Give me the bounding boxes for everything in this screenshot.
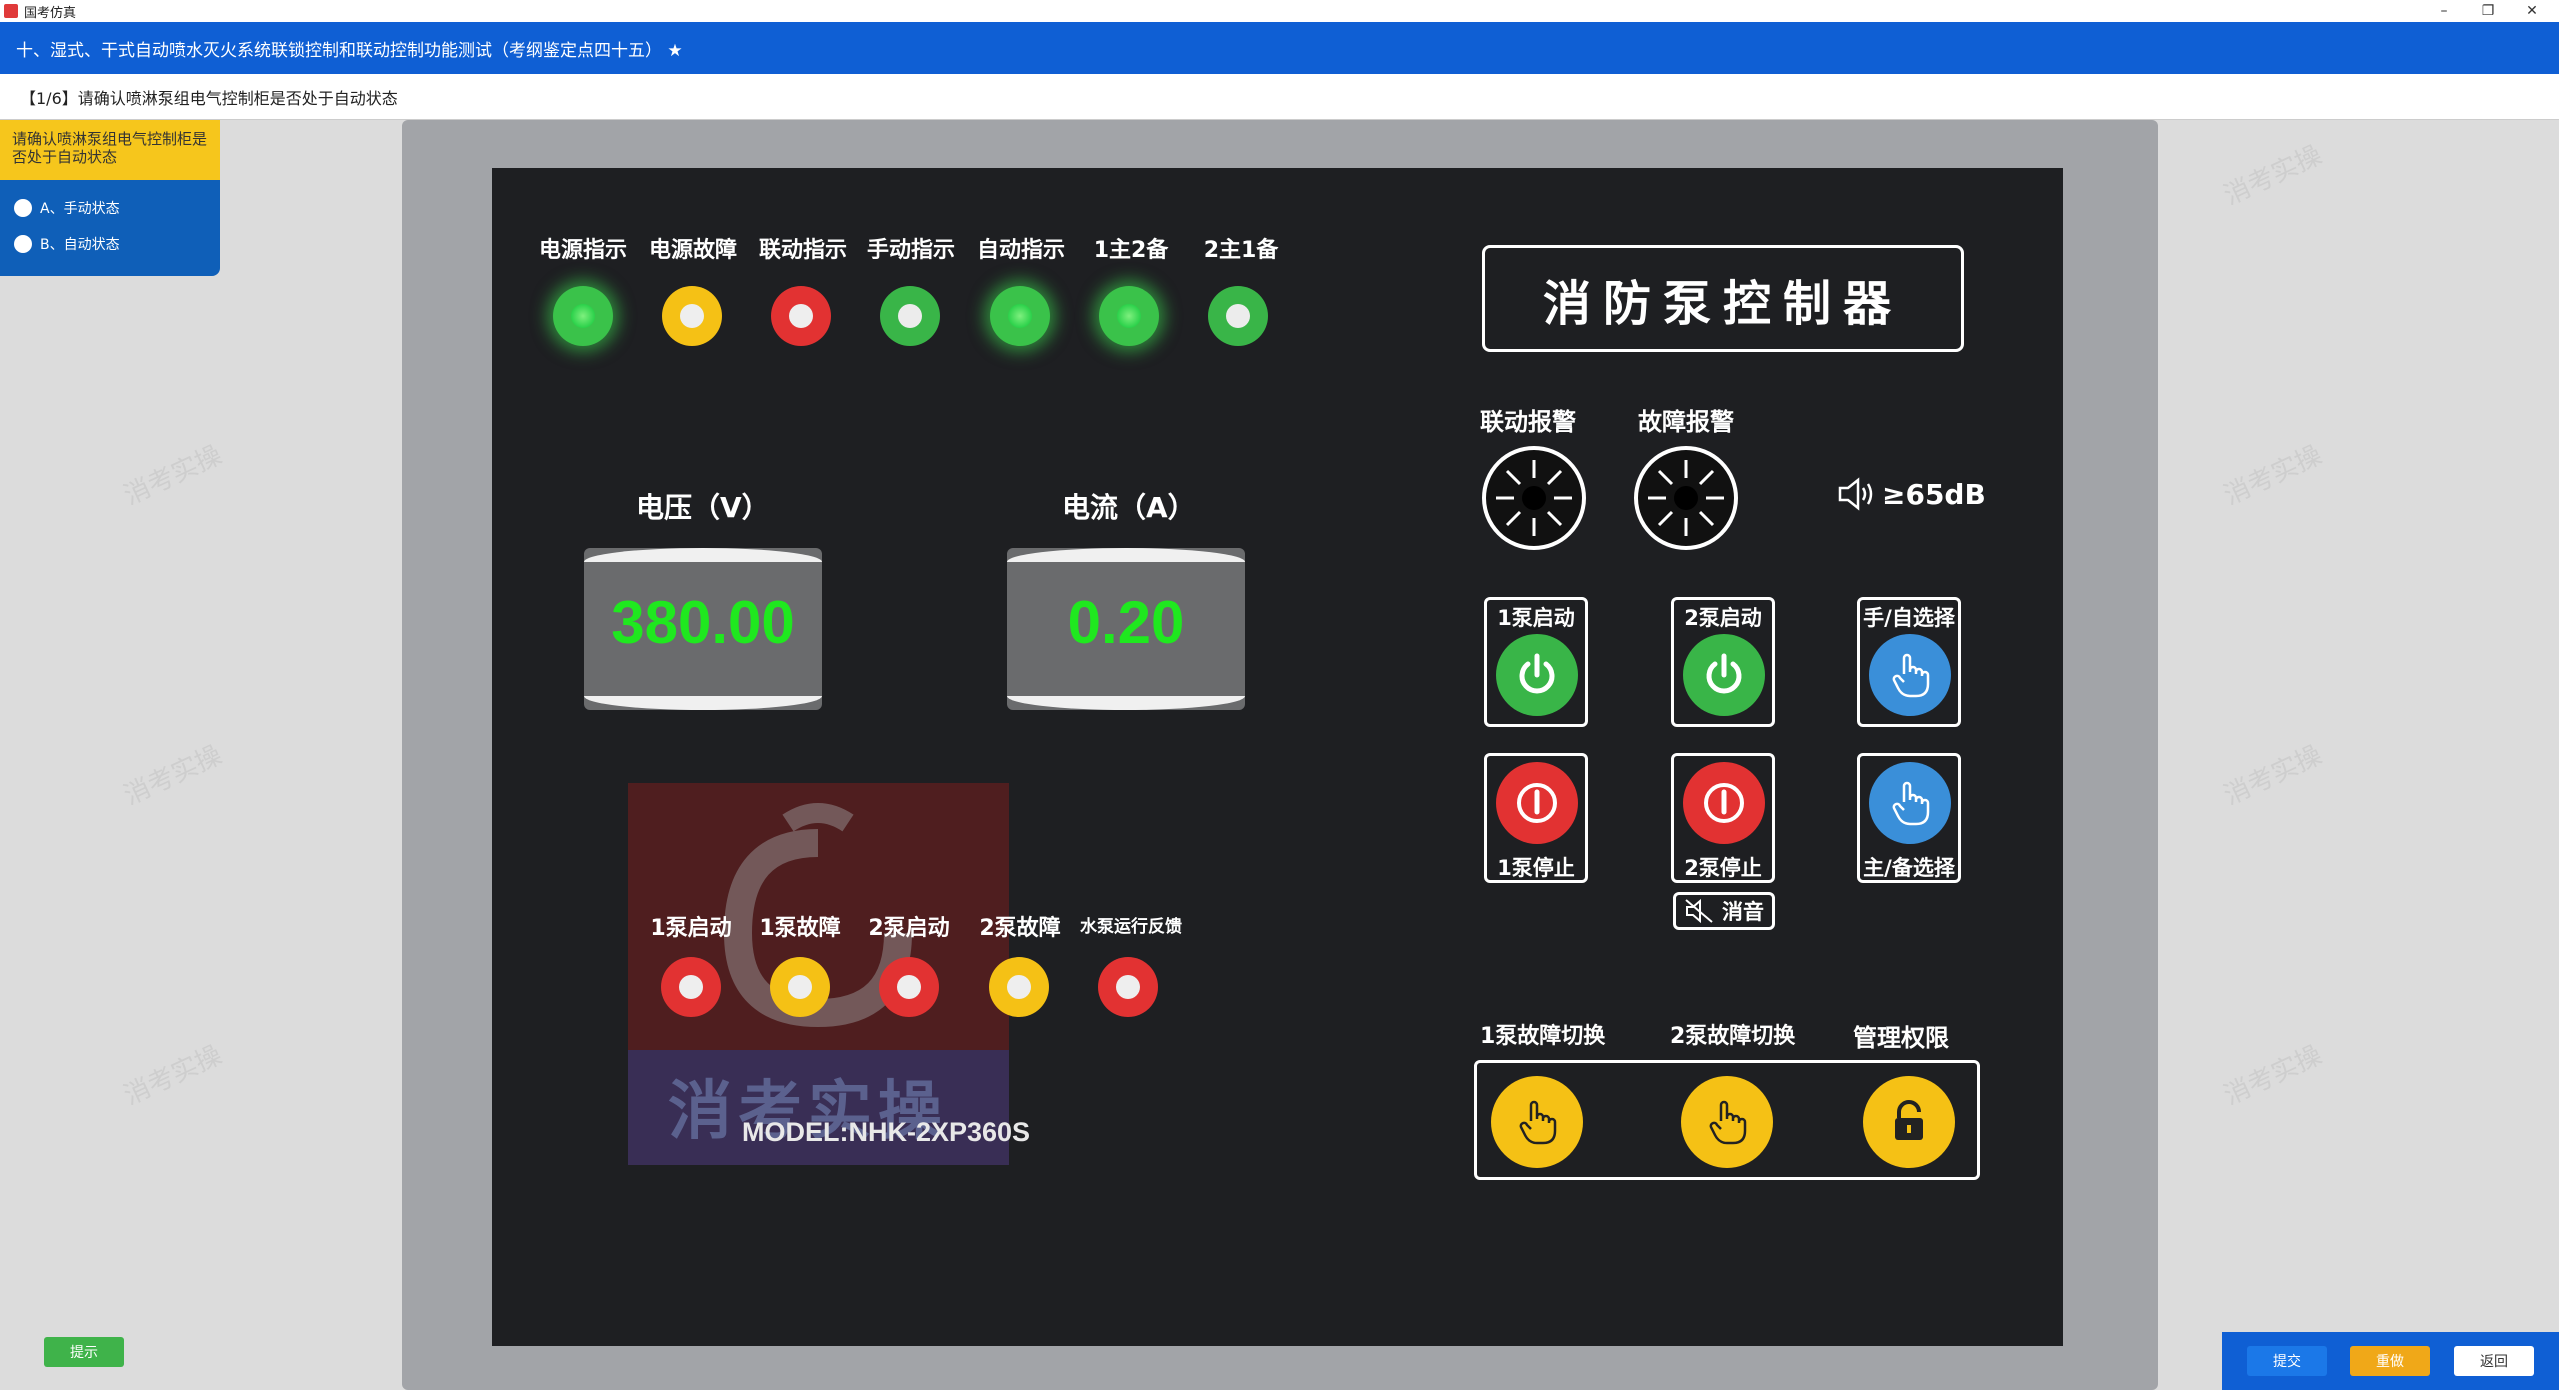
mute-icon [1685, 898, 1713, 924]
pump1-fault-switch-button[interactable] [1491, 1076, 1583, 1168]
hand-pointer-icon [1709, 1100, 1747, 1145]
window-titlebar: 国考仿真 – ❐ ✕ [0, 0, 2559, 22]
option-a-label: A、手动状态 [40, 201, 120, 217]
linkage-alarm-speaker-icon [1482, 446, 1586, 550]
radio-icon[interactable] [14, 199, 32, 217]
power-icon[interactable] [1683, 634, 1765, 716]
minimize-button[interactable]: – [2422, 0, 2466, 22]
option-a[interactable]: A、手动状态 [0, 190, 220, 226]
indicator-label: 2泵启动 [868, 916, 950, 941]
question-text: 【1/6】请确认喷淋泵组电气控制柜是否处于自动状态 [20, 88, 398, 108]
option-b-label: B、自动状态 [40, 237, 120, 253]
pump1-start-button[interactable]: 1泵启动 [1484, 597, 1588, 727]
main1-backup2-led [1099, 286, 1159, 346]
power-indicator-led [553, 286, 613, 346]
indicator-label: 手动指示 [866, 238, 955, 263]
fault-alarm-label: 故障报警 [1638, 408, 1734, 436]
voltage-display: 380.00 [584, 548, 822, 710]
indicator-label: 1泵故障 [759, 916, 841, 941]
pump1-stop-label: 1泵停止 [1497, 856, 1575, 880]
pump2-fault-switch-button[interactable] [1681, 1076, 1773, 1168]
admin-label: 管理权限 [1853, 1024, 1949, 1052]
voltage-value: 380.00 [611, 589, 795, 656]
lock-icon [1895, 1100, 1923, 1140]
admin-lock-button[interactable] [1863, 1076, 1955, 1168]
stop-icon[interactable] [1496, 762, 1578, 844]
submit-button[interactable]: 提交 [2247, 1346, 2327, 1376]
close-button[interactable]: ✕ [2510, 0, 2554, 22]
pump2-start-led [879, 957, 939, 1017]
indicator-label: 电源故障 [648, 238, 737, 263]
watermark: 消考实操 [2219, 740, 2327, 812]
power-icon[interactable] [1496, 634, 1578, 716]
manual-indicator-led [880, 286, 940, 346]
mute-label: 消音 [1722, 900, 1764, 924]
pump1-start-led [661, 957, 721, 1017]
indicator-label: 1主2备 [1093, 238, 1169, 263]
page-title: 十、湿式、干式自动喷水灭火系统联锁控制和联动控制功能测试（考纲鉴定点四十五） ★ [16, 40, 683, 61]
manual-auto-select-button[interactable]: 手/自选择 [1857, 597, 1961, 727]
hand-pointer-icon [1519, 1100, 1557, 1145]
indicator-label: 联动指示 [758, 238, 847, 263]
hint-button[interactable]: 提示 [44, 1337, 124, 1367]
watermark: 消考实操 [119, 1040, 227, 1112]
auto-indicator-led [990, 286, 1050, 346]
option-b[interactable]: B、自动状态 [0, 226, 220, 262]
hand-pointer-icon[interactable] [1869, 762, 1951, 844]
model-number: MODEL:NHK-2XP360S [742, 1117, 1031, 1147]
current-title: 电流（A） [1062, 491, 1196, 524]
current-display: 0.20 [1007, 548, 1245, 710]
hand-pointer-icon[interactable] [1869, 634, 1951, 716]
indicator-label: 自动指示 [976, 238, 1065, 263]
indicator-label: 电源指示 [538, 238, 627, 263]
controller-brand-title: 消防泵控制器 [1482, 245, 1964, 352]
current-value: 0.20 [1067, 589, 1185, 656]
redo-button[interactable]: 重做 [2350, 1346, 2430, 1376]
main-backup-select-button[interactable]: 主/备选择 [1857, 753, 1961, 883]
pump2-fault-switch-label: 2泵故障切换 [1670, 1024, 1796, 1049]
app-title: 国考仿真 [24, 5, 77, 21]
watermark: 消考实操 [2219, 440, 2327, 512]
speaker-icon [1838, 477, 1873, 511]
mute-button[interactable]: 消音 [1673, 892, 1775, 930]
volume-indicator: ≥65dB [1836, 476, 1986, 512]
answer-prompt: 请确认喷淋泵组电气控制柜是否处于自动状态 [0, 120, 220, 180]
volume-label: ≥65dB [1882, 477, 1986, 511]
radio-icon[interactable] [14, 235, 32, 253]
power-fault-led [662, 286, 722, 346]
pump2-start-label: 2泵启动 [1684, 606, 1762, 630]
indicator-label: 1泵启动 [650, 916, 732, 941]
pump2-fault-led [989, 957, 1049, 1017]
watermark: 消考实操 [2219, 1040, 2327, 1112]
pump1-fault-switch-label: 1泵故障切换 [1480, 1024, 1606, 1049]
main-backup-label: 主/备选择 [1863, 856, 1955, 880]
pump1-stop-button[interactable]: 1泵停止 [1484, 753, 1588, 883]
indicator-label: 水泵运行反馈 [1080, 917, 1182, 937]
pump2-stop-label: 2泵停止 [1684, 856, 1762, 880]
watermark: 消考实操 [2219, 140, 2327, 212]
stop-icon[interactable] [1683, 762, 1765, 844]
back-button[interactable]: 返回 [2454, 1346, 2534, 1376]
watermark: 消考实操 [119, 740, 227, 812]
restore-button[interactable]: ❐ [2466, 0, 2510, 22]
linkage-alarm-label: 联动报警 [1480, 408, 1576, 436]
pump1-start-label: 1泵启动 [1497, 606, 1575, 630]
indicator-label: 2泵故障 [979, 916, 1061, 941]
pump1-fault-led [770, 957, 830, 1017]
app-icon [4, 4, 18, 18]
pump-run-feedback-led [1098, 957, 1158, 1017]
watermark: 消考实操 [119, 440, 227, 512]
pump2-stop-button[interactable]: 2泵停止 [1671, 753, 1775, 883]
page-header: 十、湿式、干式自动喷水灭火系统联锁控制和联动控制功能测试（考纲鉴定点四十五） ★ [0, 22, 2559, 74]
question-bar: 【1/6】请确认喷淋泵组电气控制柜是否处于自动状态 [0, 74, 2559, 120]
linkage-indicator-led [771, 286, 831, 346]
indicator-label: 2主1备 [1203, 238, 1279, 263]
manual-auto-label: 手/自选择 [1863, 606, 1955, 630]
voltage-title: 电压（V） [636, 491, 770, 524]
pump2-start-button[interactable]: 2泵启动 [1671, 597, 1775, 727]
main2-backup1-led [1208, 286, 1268, 346]
fault-alarm-speaker-icon [1634, 446, 1738, 550]
answer-panel: 请确认喷淋泵组电气控制柜是否处于自动状态 A、手动状态 B、自动状态 [0, 120, 220, 276]
